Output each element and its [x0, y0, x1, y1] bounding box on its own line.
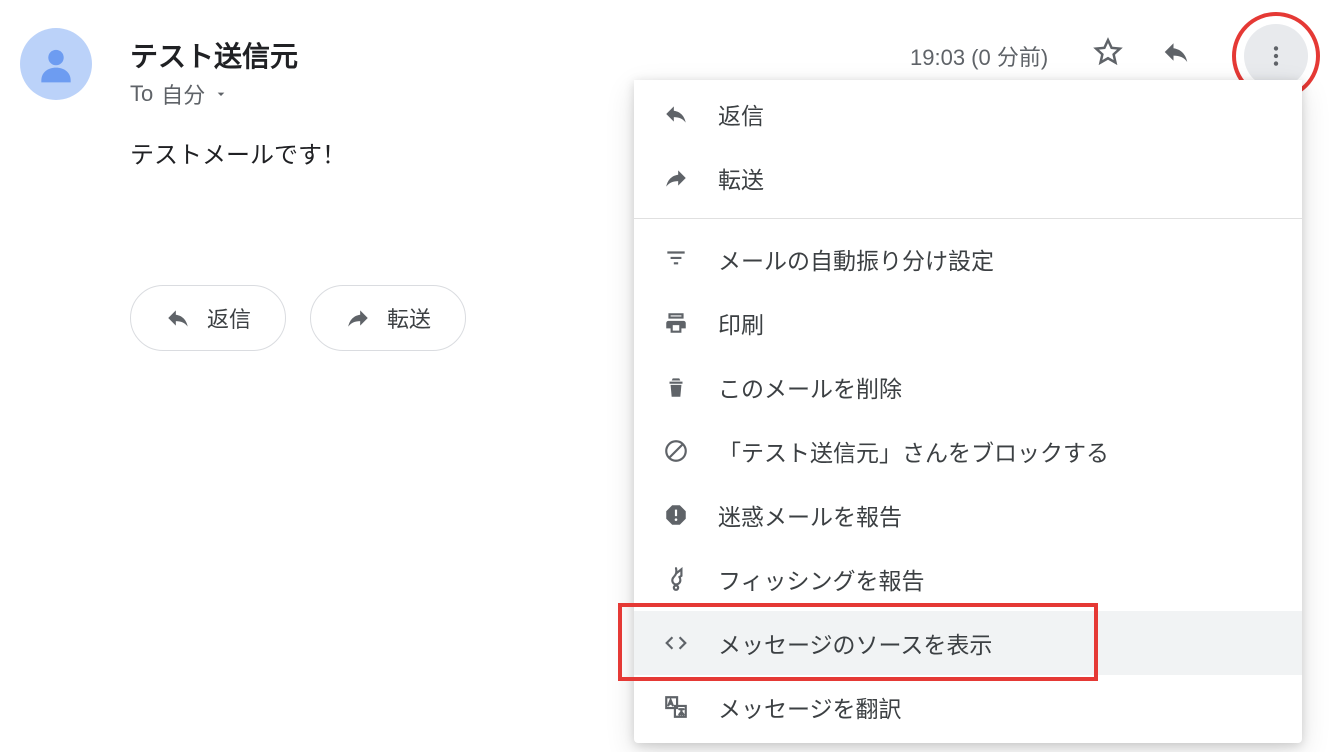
recipient-line[interactable]: To 自分 [130, 78, 229, 110]
reply-button[interactable]: 返信 [130, 285, 286, 351]
menu-item-forward[interactable]: 転送 [634, 146, 1302, 210]
menu-item-block[interactable]: 「テスト送信元」さんをブロックする [634, 419, 1302, 483]
menu-item-label: 返信 [718, 97, 764, 131]
menu-item-label: メッセージを翻訳 [718, 690, 902, 724]
menu-item-label: メッセージのソースを表示 [718, 626, 992, 660]
phishing-icon [662, 565, 690, 593]
more-button[interactable] [1244, 24, 1308, 88]
menu-divider [634, 218, 1302, 219]
menu-item-translate[interactable]: メッセージを翻訳 [634, 675, 1302, 739]
message-body: テストメールです！ [130, 135, 346, 170]
reply-icon [662, 100, 690, 128]
code-icon [662, 629, 690, 657]
menu-item-label: 迷惑メールを報告 [718, 498, 902, 532]
menu-item-label: メールの自動振り分け設定 [718, 242, 994, 276]
menu-item-label: このメールを削除 [718, 370, 902, 404]
menu-item-filter[interactable]: メールの自動振り分け設定 [634, 227, 1302, 291]
filter-icon [662, 245, 690, 273]
delete-icon [662, 373, 690, 401]
menu-item-label: フィッシングを報告 [718, 562, 925, 596]
block-icon [662, 437, 690, 465]
translate-icon [662, 693, 690, 721]
timestamp: 19:03 (0 分前) [910, 40, 1048, 72]
recipient-prefix: To [130, 81, 153, 107]
sender-name: テスト送信元 [130, 35, 298, 75]
chevron-down-icon [213, 86, 229, 102]
menu-item-print[interactable]: 印刷 [634, 291, 1302, 355]
star-icon[interactable] [1090, 34, 1126, 70]
menu-item-reply[interactable]: 返信 [634, 82, 1302, 146]
reply-icon [165, 305, 191, 331]
spam-icon [662, 501, 690, 529]
menu-item-label: 転送 [718, 161, 764, 195]
forward-label: 転送 [387, 302, 431, 334]
forward-button[interactable]: 転送 [310, 285, 466, 351]
menu-item-spam[interactable]: 迷惑メールを報告 [634, 483, 1302, 547]
more-menu: 返信転送メールの自動振り分け設定印刷このメールを削除「テスト送信元」さんをブロッ… [634, 80, 1302, 743]
forward-icon [345, 305, 371, 331]
recipient-label: 自分 [161, 78, 205, 110]
menu-item-label: 印刷 [718, 306, 764, 340]
forward-icon [662, 164, 690, 192]
print-icon [662, 309, 690, 337]
menu-item-phishing[interactable]: フィッシングを報告 [634, 547, 1302, 611]
sender-avatar[interactable] [20, 28, 92, 100]
reply-label: 返信 [207, 302, 251, 334]
menu-item-delete[interactable]: このメールを削除 [634, 355, 1302, 419]
menu-item-label: 「テスト送信元」さんをブロックする [718, 434, 1109, 468]
menu-item-code[interactable]: メッセージのソースを表示 [634, 611, 1302, 675]
reply-icon[interactable] [1158, 34, 1194, 70]
